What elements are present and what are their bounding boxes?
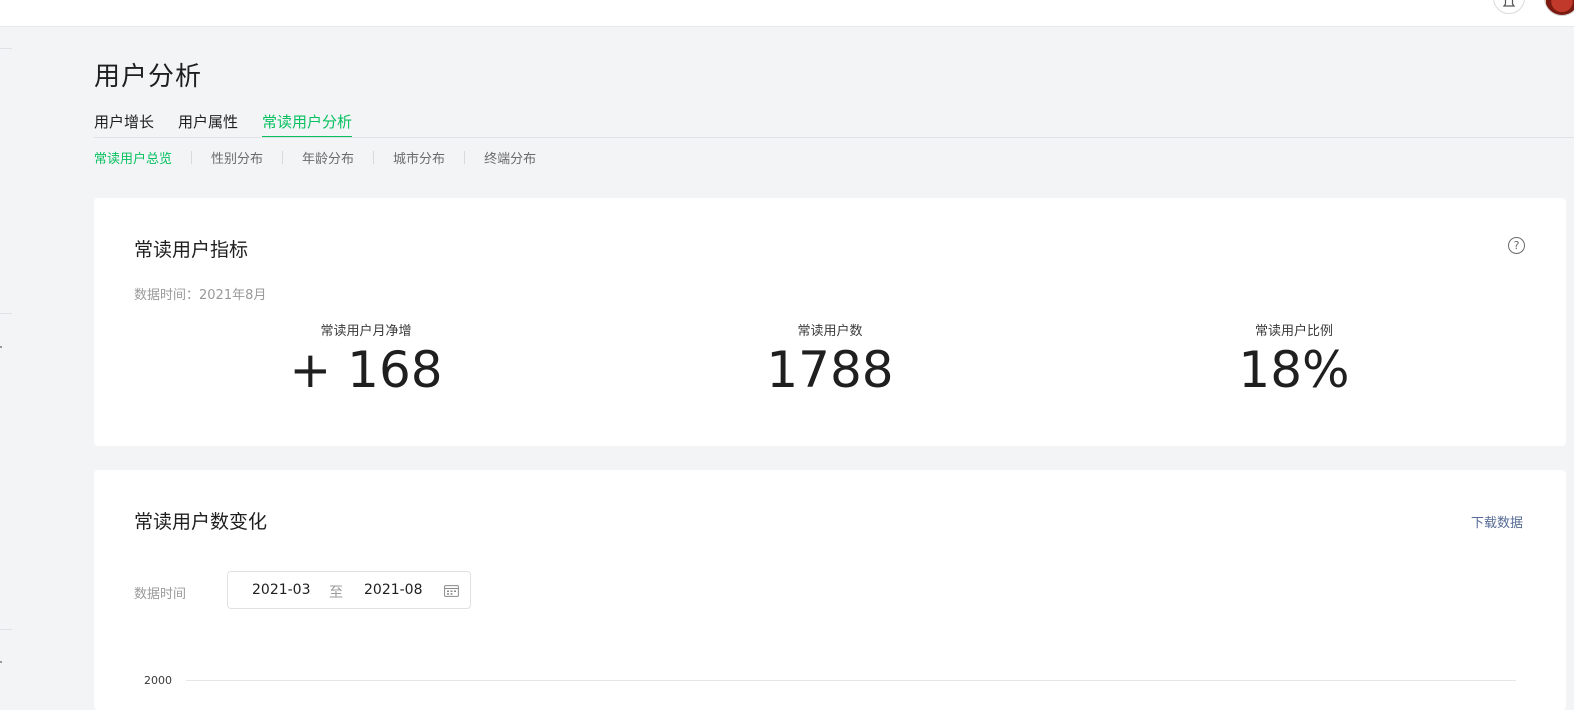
metric-label: 常读用户月净增 [320, 324, 412, 339]
subtab-separator [191, 151, 193, 164]
subtab-city[interactable]: 城市分布 [393, 148, 445, 167]
metric-value: 1788 [766, 341, 894, 399]
sidebar-edge-divider [0, 48, 12, 49]
subtab-separator [282, 151, 284, 164]
subtab-age[interactable]: 年龄分布 [302, 148, 354, 167]
tab-user-growth[interactable]: 用户增长 [94, 111, 154, 137]
date-range-label: 数据时间 [134, 587, 187, 602]
chart-gridline [186, 680, 1516, 681]
trend-card-title: 常读用户数变化 [134, 511, 268, 533]
data-time-text: 数据时间：2021年8月 [134, 288, 267, 303]
sidebar-edge-marker [0, 346, 2, 348]
sub-tabs: 常读用户总览 性别分布 年龄分布 城市分布 终端分布 [94, 148, 536, 167]
metrics-card-title: 常读用户指标 [134, 239, 249, 261]
calendar-icon[interactable] [444, 584, 459, 601]
metric-label: 常读用户比例 [1254, 324, 1333, 339]
page-title: 用户分析 [94, 62, 203, 92]
subtab-separator [464, 151, 466, 164]
metric-label: 常读用户数 [797, 324, 863, 339]
tab-user-attributes[interactable]: 用户属性 [178, 111, 238, 137]
main-tabs: 用户增长 用户属性 常读用户分析 [94, 111, 376, 138]
sidebar-edge-divider [0, 629, 12, 630]
avatar[interactable] [1544, 0, 1574, 16]
metric-value: 18% [1238, 341, 1350, 399]
trend-card: 常读用户数变化 下载数据 数据时间 2021-03 至 2021-08 2000 [94, 470, 1566, 710]
question-circle-icon[interactable]: ? [1508, 237, 1525, 254]
y-axis-tick: 2000 [144, 674, 172, 687]
metric-reader-count: 常读用户数 1788 [680, 320, 980, 399]
metric-reader-ratio: 常读用户比例 18% [1144, 320, 1444, 399]
subtab-separator [373, 151, 375, 164]
date-range-picker[interactable]: 2021-03 至 2021-08 [227, 571, 471, 609]
subtab-overview[interactable]: 常读用户总览 [94, 148, 172, 167]
tab-frequent-reader-analysis[interactable]: 常读用户分析 [262, 111, 353, 138]
tabs-divider [94, 137, 1574, 138]
download-data-link[interactable]: 下载数据 [1471, 512, 1523, 531]
metric-net-growth: 常读用户月净增 + 168 [216, 320, 516, 399]
sidebar-edge-divider [0, 313, 12, 314]
range-end[interactable]: 2021-08 [364, 582, 423, 598]
range-start[interactable]: 2021-03 [252, 582, 311, 598]
subtab-device[interactable]: 终端分布 [484, 148, 536, 167]
metric-value: + 168 [289, 341, 443, 399]
subtab-gender[interactable]: 性别分布 [211, 148, 263, 167]
range-separator: 至 [329, 585, 343, 601]
bell-icon[interactable] [1493, 0, 1525, 14]
sidebar-edge-marker [0, 661, 2, 663]
metrics-card: 常读用户指标 ? 数据时间：2021年8月 常读用户月净增 + 168 常读用户… [94, 198, 1566, 446]
top-bar [0, 0, 1574, 27]
